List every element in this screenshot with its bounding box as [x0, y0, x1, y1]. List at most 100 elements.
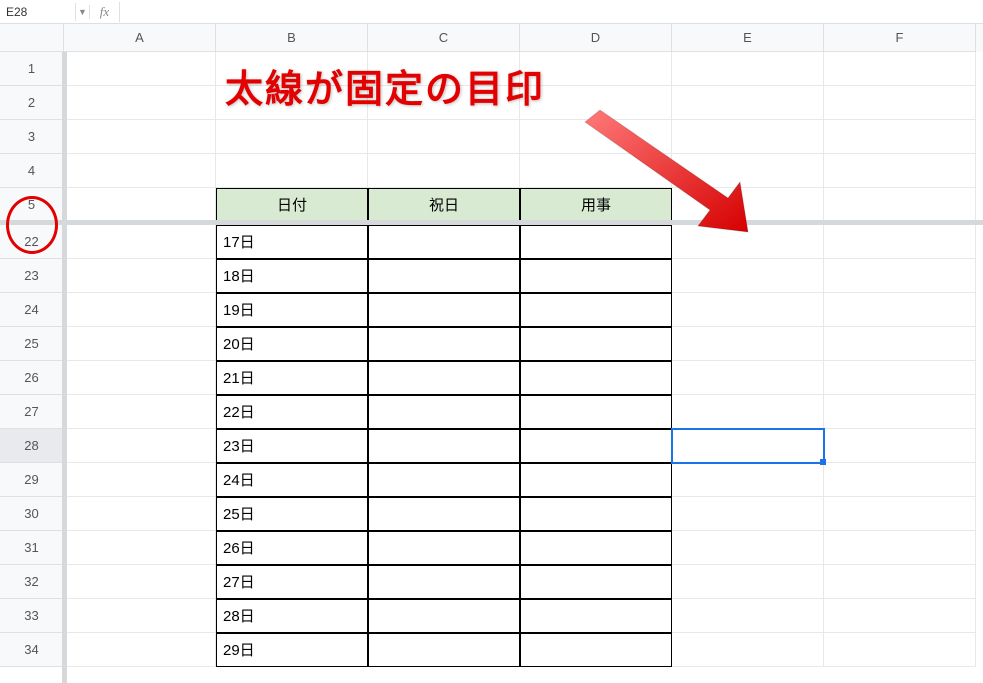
col-header-D[interactable]: D	[520, 24, 672, 52]
cell-C34[interactable]	[368, 633, 520, 667]
cell-B27[interactable]: 22日	[216, 395, 368, 429]
cell-F32[interactable]	[824, 565, 976, 599]
cell-C5[interactable]: 祝日	[368, 188, 520, 222]
cell-F3[interactable]	[824, 120, 976, 154]
row-header-3[interactable]: 3	[0, 120, 64, 154]
freeze-row-indicator[interactable]	[0, 220, 983, 225]
cell-E30[interactable]	[672, 497, 824, 531]
cell-D29[interactable]	[520, 463, 672, 497]
col-header-A[interactable]: A	[64, 24, 216, 52]
cell-B26[interactable]: 21日	[216, 361, 368, 395]
cell-F29[interactable]	[824, 463, 976, 497]
cell-A28[interactable]	[64, 429, 216, 463]
cell-C22[interactable]	[368, 225, 520, 259]
freeze-column-indicator[interactable]	[62, 52, 67, 683]
row-header-31[interactable]: 31	[0, 531, 64, 565]
cell-F22[interactable]	[824, 225, 976, 259]
cell-B5[interactable]: 日付	[216, 188, 368, 222]
cell-D30[interactable]	[520, 497, 672, 531]
cell-D28[interactable]	[520, 429, 672, 463]
cell-C32[interactable]	[368, 565, 520, 599]
cell-E26[interactable]	[672, 361, 824, 395]
cell-C33[interactable]	[368, 599, 520, 633]
cell-F1[interactable]	[824, 52, 976, 86]
cell-D27[interactable]	[520, 395, 672, 429]
cell-A33[interactable]	[64, 599, 216, 633]
cell-E23[interactable]	[672, 259, 824, 293]
cell-C25[interactable]	[368, 327, 520, 361]
row-header-26[interactable]: 26	[0, 361, 64, 395]
formula-input[interactable]	[120, 10, 983, 14]
row-header-4[interactable]: 4	[0, 154, 64, 188]
cell-A34[interactable]	[64, 633, 216, 667]
cell-B34[interactable]: 29日	[216, 633, 368, 667]
cell-D25[interactable]	[520, 327, 672, 361]
cell-A24[interactable]	[64, 293, 216, 327]
cell-A27[interactable]	[64, 395, 216, 429]
cell-A1[interactable]	[64, 52, 216, 86]
cell-E24[interactable]	[672, 293, 824, 327]
cell-B4[interactable]	[216, 154, 368, 188]
cell-F33[interactable]	[824, 599, 976, 633]
cell-F26[interactable]	[824, 361, 976, 395]
cell-A2[interactable]	[64, 86, 216, 120]
cell-D34[interactable]	[520, 633, 672, 667]
cell-F28[interactable]	[824, 429, 976, 463]
cell-E32[interactable]	[672, 565, 824, 599]
cell-A3[interactable]	[64, 120, 216, 154]
row-header-28[interactable]: 28	[0, 429, 64, 463]
cell-D33[interactable]	[520, 599, 672, 633]
cell-C24[interactable]	[368, 293, 520, 327]
cell-F25[interactable]	[824, 327, 976, 361]
cell-D24[interactable]	[520, 293, 672, 327]
cell-A31[interactable]	[64, 531, 216, 565]
select-all-corner[interactable]	[0, 24, 64, 52]
row-header-34[interactable]: 34	[0, 633, 64, 667]
col-header-E[interactable]: E	[672, 24, 824, 52]
cell-A25[interactable]	[64, 327, 216, 361]
cell-C3[interactable]	[368, 120, 520, 154]
row-header-29[interactable]: 29	[0, 463, 64, 497]
cell-F23[interactable]	[824, 259, 976, 293]
cell-B22[interactable]: 17日	[216, 225, 368, 259]
cell-B30[interactable]: 25日	[216, 497, 368, 531]
cell-D23[interactable]	[520, 259, 672, 293]
cell-B24[interactable]: 19日	[216, 293, 368, 327]
cell-E31[interactable]	[672, 531, 824, 565]
row-header-2[interactable]: 2	[0, 86, 64, 120]
row-header-25[interactable]: 25	[0, 327, 64, 361]
cell-B33[interactable]: 28日	[216, 599, 368, 633]
cell-A26[interactable]	[64, 361, 216, 395]
name-box[interactable]: E28	[0, 3, 76, 21]
cell-A22[interactable]	[64, 225, 216, 259]
cell-A30[interactable]	[64, 497, 216, 531]
cell-B23[interactable]: 18日	[216, 259, 368, 293]
cell-C26[interactable]	[368, 361, 520, 395]
cell-F2[interactable]	[824, 86, 976, 120]
cell-E27[interactable]	[672, 395, 824, 429]
cell-F4[interactable]	[824, 154, 976, 188]
cell-D26[interactable]	[520, 361, 672, 395]
row-header-27[interactable]: 27	[0, 395, 64, 429]
cell-B32[interactable]: 27日	[216, 565, 368, 599]
row-header-32[interactable]: 32	[0, 565, 64, 599]
cell-C29[interactable]	[368, 463, 520, 497]
cell-C27[interactable]	[368, 395, 520, 429]
cell-D32[interactable]	[520, 565, 672, 599]
col-header-B[interactable]: B	[216, 24, 368, 52]
row-header-23[interactable]: 23	[0, 259, 64, 293]
cell-C23[interactable]	[368, 259, 520, 293]
cell-B29[interactable]: 24日	[216, 463, 368, 497]
col-header-C[interactable]: C	[368, 24, 520, 52]
row-header-24[interactable]: 24	[0, 293, 64, 327]
cell-C4[interactable]	[368, 154, 520, 188]
name-box-dropdown-icon[interactable]: ▼	[76, 5, 90, 19]
cell-C28[interactable]	[368, 429, 520, 463]
cell-D31[interactable]	[520, 531, 672, 565]
cell-F5[interactable]	[824, 188, 976, 222]
cell-C30[interactable]	[368, 497, 520, 531]
cell-F30[interactable]	[824, 497, 976, 531]
cell-E33[interactable]	[672, 599, 824, 633]
cell-A32[interactable]	[64, 565, 216, 599]
row-header-1[interactable]: 1	[0, 52, 64, 86]
